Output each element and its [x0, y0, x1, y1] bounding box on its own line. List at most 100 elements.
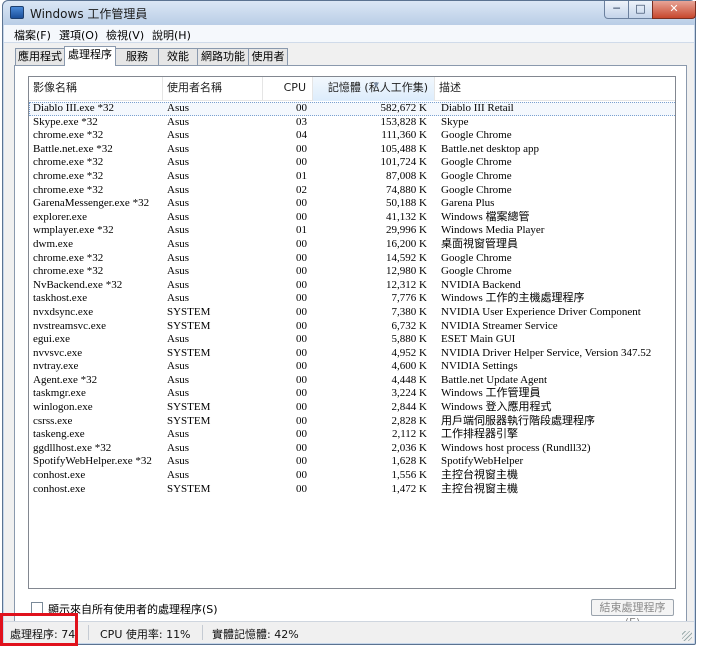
process-user-name: SYSTEM: [167, 414, 211, 427]
process-image-name: nvxdsync.exe: [33, 305, 94, 318]
menu-file[interactable]: 檔案(F): [14, 27, 51, 43]
minimize-button[interactable]: ─: [604, 1, 629, 19]
process-row[interactable]: Battle.net.exe *32 Asus 00 105,488 K Battle.…: [29, 143, 675, 157]
process-image-name: Diablo III.exe *32: [33, 102, 114, 114]
process-memory: 3,224 K: [391, 387, 427, 400]
process-row[interactable]: nvstreamsvc.exe SYSTEM 00 6,732 K NVIDIA Str…: [29, 319, 675, 334]
process-row[interactable]: SpotifyWebHelper.exe *32 Asus 00 1,628 K Spo…: [29, 455, 675, 469]
process-row[interactable]: chrome.exe *32 Asus 00 101,724 K Google Chro…: [29, 156, 675, 170]
process-cpu: 00: [296, 197, 307, 210]
process-row[interactable]: chrome.exe *32 Asus 00 14,592 K Google Chrom…: [29, 251, 675, 266]
menu-options[interactable]: 選項(O): [59, 27, 98, 43]
process-image-name: conhost.exe: [33, 482, 86, 495]
resize-grip[interactable]: [682, 631, 692, 641]
process-row[interactable]: NvBackend.exe *32 Asus 00 12,312 K NVIDIA Ba…: [29, 278, 675, 293]
process-image-name: Agent.exe *32: [33, 373, 98, 386]
process-user-name: Asus: [167, 129, 190, 142]
process-list[interactable]: 影像名稱 使用者名稱 CPU ▼ 記憶體 (私人工作集) 描述 Diablo I…: [28, 76, 676, 589]
process-user-name: SYSTEM: [167, 482, 211, 495]
process-row[interactable]: dwm.exe Asus 00 16,200 K 桌面視窗管理員: [29, 237, 675, 252]
process-user-name: SYSTEM: [167, 319, 211, 332]
process-row[interactable]: GarenaMessenger.exe *32 Asus 00 50,188 K Gar…: [29, 197, 675, 211]
process-user-name: Asus: [167, 251, 190, 264]
process-description: NVIDIA Settings: [441, 360, 518, 373]
status-separator: [202, 625, 203, 640]
process-description: Google Chrome: [441, 183, 512, 196]
process-row[interactable]: nvvsvc.exe SYSTEM 00 4,952 K NVIDIA Driver H…: [29, 346, 675, 361]
process-row[interactable]: conhost.exe SYSTEM 00 1,472 K 主控台視窗主機: [29, 482, 675, 497]
tab-users[interactable]: 使用者: [248, 48, 288, 65]
process-user-name: SYSTEM: [167, 305, 211, 318]
process-description: NVIDIA Backend: [441, 278, 521, 291]
process-row[interactable]: chrome.exe *32 Asus 01 87,008 K Google Chrom…: [29, 169, 675, 184]
process-row[interactable]: Agent.exe *32 Asus 00 4,448 K Battle.net Upd…: [29, 373, 675, 388]
tab-services[interactable]: 服務: [115, 48, 159, 65]
process-row[interactable]: Diablo III.exe *32 Asus 00 582,672 K Diablo …: [29, 102, 675, 116]
process-memory: 2,828 K: [391, 414, 427, 427]
close-button[interactable]: ✕: [652, 1, 696, 19]
process-row[interactable]: csrss.exe SYSTEM 00 2,828 K 用戶端伺服器執行階段處理程序: [29, 414, 675, 429]
process-user-name: Asus: [167, 373, 190, 386]
process-cpu: 00: [296, 428, 307, 441]
end-process-button[interactable]: 結束處理程序(E): [591, 599, 674, 629]
process-description: 桌面視窗管理員: [441, 237, 518, 250]
process-row[interactable]: explorer.exe Asus 00 41,132 K Windows 檔案總管: [29, 210, 675, 225]
process-cpu: 00: [296, 346, 307, 359]
column-image-name[interactable]: 影像名稱: [29, 77, 163, 101]
process-cpu: 00: [296, 441, 307, 454]
tab-networking[interactable]: 網路功能: [197, 48, 249, 65]
process-user-name: Asus: [167, 102, 190, 114]
column-cpu[interactable]: CPU: [263, 77, 313, 101]
process-memory: 1,472 K: [391, 482, 427, 495]
menu-help[interactable]: 說明(H): [152, 27, 191, 43]
process-image-name: chrome.exe *32: [33, 169, 104, 182]
column-description[interactable]: 描述: [435, 77, 675, 101]
process-image-name: ggdllhost.exe *32: [33, 441, 112, 454]
process-memory: 4,448 K: [391, 373, 427, 386]
process-user-name: Asus: [167, 183, 190, 196]
process-user-name: SYSTEM: [167, 401, 211, 414]
process-row[interactable]: wmplayer.exe *32 Asus 01 29,996 K Windows Me…: [29, 224, 675, 238]
process-user-name: Asus: [167, 210, 190, 223]
maximize-button[interactable]: □: [628, 1, 653, 19]
process-image-name: chrome.exe *32: [33, 183, 104, 196]
process-user-name: SYSTEM: [167, 346, 211, 359]
process-row[interactable]: taskhost.exe Asus 00 7,776 K Windows 工作的主機處理…: [29, 292, 675, 306]
process-row[interactable]: taskeng.exe Asus 00 2,112 K 工作排程器引擎: [29, 428, 675, 442]
tab-processes[interactable]: 處理程序: [64, 46, 116, 66]
process-cpu: 00: [296, 333, 307, 346]
process-image-name: chrome.exe *32: [33, 251, 104, 264]
process-memory: 12,980 K: [386, 265, 427, 278]
process-user-name: Asus: [167, 156, 190, 169]
red-highlight-box: [0, 613, 78, 646]
title-bar[interactable]: Windows 工作管理員 ─ □ ✕: [3, 1, 696, 25]
process-row[interactable]: winlogon.exe SYSTEM 00 2,844 K Windows 登入應用程…: [29, 401, 675, 415]
process-user-name: Asus: [167, 292, 190, 305]
list-header: 影像名稱 使用者名稱 CPU ▼ 記憶體 (私人工作集) 描述: [29, 77, 675, 101]
process-row[interactable]: nvxdsync.exe SYSTEM 00 7,380 K NVIDIA User E…: [29, 305, 675, 320]
process-row[interactable]: chrome.exe *32 Asus 04 111,360 K Google Chro…: [29, 129, 675, 143]
process-row[interactable]: egui.exe Asus 00 5,880 K ESET Main GUI: [29, 333, 675, 347]
process-row[interactable]: nvtray.exe Asus 00 4,600 K NVIDIA Settings: [29, 360, 675, 374]
process-memory: 7,380 K: [391, 305, 427, 318]
process-row[interactable]: taskmgr.exe Asus 00 3,224 K Windows 工作管理員: [29, 387, 675, 401]
process-image-name: chrome.exe *32: [33, 265, 104, 278]
column-user-name[interactable]: 使用者名稱: [163, 77, 263, 101]
tab-applications[interactable]: 應用程式: [15, 48, 65, 65]
status-separator: [88, 625, 89, 640]
process-row[interactable]: conhost.exe Asus 00 1,556 K 主控台視窗主機: [29, 469, 675, 483]
process-description: Windows 登入應用程式: [441, 401, 552, 414]
menu-bar: 檔案(F) 選項(O) 檢視(V) 說明(H): [4, 25, 694, 43]
process-description: Google Chrome: [441, 156, 512, 169]
process-row[interactable]: ggdllhost.exe *32 Asus 00 2,036 K Windows ho…: [29, 441, 675, 456]
process-description: Google Chrome: [441, 129, 512, 142]
process-memory: 111,360 K: [381, 129, 427, 142]
process-row[interactable]: chrome.exe *32 Asus 00 12,980 K Google Chrom…: [29, 265, 675, 279]
column-memory[interactable]: ▼ 記憶體 (私人工作集): [313, 77, 435, 101]
tab-performance[interactable]: 效能: [158, 48, 198, 65]
menu-view[interactable]: 檢視(V): [106, 27, 144, 43]
process-row[interactable]: chrome.exe *32 Asus 02 74,880 K Google Chrom…: [29, 183, 675, 198]
process-row[interactable]: Skype.exe *32 Asus 03 153,828 K Skype: [29, 116, 675, 130]
process-memory: 50,188 K: [386, 197, 427, 210]
process-cpu: 00: [296, 373, 307, 386]
